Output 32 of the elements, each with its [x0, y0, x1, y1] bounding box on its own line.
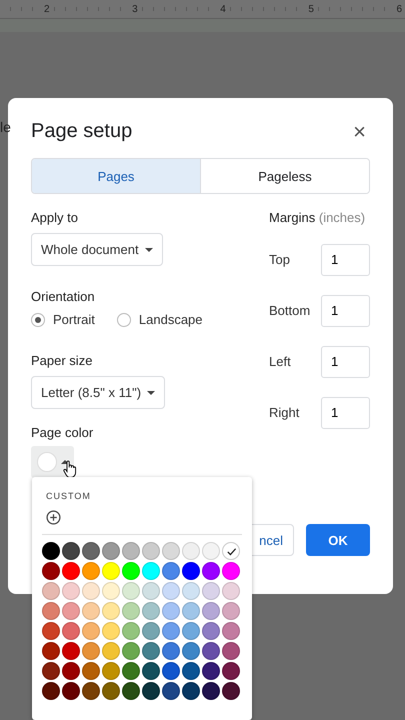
- field-label: Orientation: [31, 289, 95, 304]
- field-label: Right: [269, 405, 300, 420]
- radio-option[interactable]: Landscape: [116, 312, 203, 327]
- ruler-number: 2: [43, 4, 51, 14]
- ok-button[interactable]: OK: [306, 524, 370, 556]
- caret-icon: [144, 248, 153, 252]
- field-label: Page color: [31, 425, 94, 440]
- ruler-number: 5: [307, 4, 315, 14]
- field-label: Left: [269, 354, 291, 369]
- dialog-title: Page setup: [31, 120, 132, 143]
- caret-icon: [147, 390, 156, 394]
- paper-size-dropdown[interactable]: Letter (8.5" x 11"): [31, 376, 166, 409]
- margin-input[interactable]: 1: [321, 346, 370, 378]
- ruler-number: 3: [131, 4, 139, 14]
- field-label: Apply to: [31, 210, 78, 225]
- ruler-number: 6: [395, 4, 403, 14]
- apply-to-dropdown[interactable]: Whole document: [31, 233, 163, 266]
- color-swatch[interactable]: [222, 542, 240, 560]
- margin-input[interactable]: 1: [321, 244, 370, 276]
- margin-input[interactable]: 1: [321, 294, 370, 326]
- tab[interactable]: Pages: [32, 159, 200, 193]
- custom-label: CUSTOM: [46, 491, 91, 501]
- margin-input[interactable]: 1: [321, 396, 370, 428]
- close-button[interactable]: ×: [349, 120, 370, 142]
- tab[interactable]: Pageless: [200, 159, 369, 193]
- add-icon[interactable]: [46, 510, 61, 525]
- ruler-number: 4: [219, 4, 227, 14]
- radio-option[interactable]: Portrait: [31, 312, 95, 327]
- field-label: Bottom: [269, 303, 310, 318]
- field-label: Paper size: [31, 353, 92, 368]
- field-label: Top: [269, 252, 290, 267]
- margins-label: Margins (inches): [269, 210, 366, 225]
